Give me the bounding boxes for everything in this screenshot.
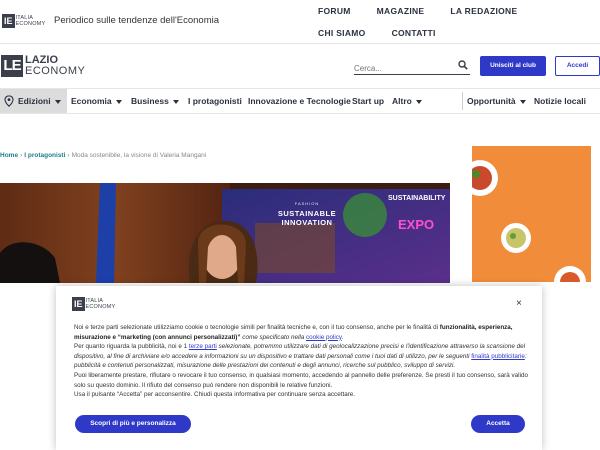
hero-banner-top: FASHION — [294, 201, 320, 206]
chevron-down-icon — [54, 99, 61, 104]
advertisement[interactable] — [472, 146, 591, 282]
nav-edizioni-label: Edizioni — [18, 96, 51, 106]
lazio-economy-logo[interactable]: LE LAZIO ECONOMY — [1, 55, 85, 77]
hero-right-text: SUSTAINABILITY — [388, 195, 446, 202]
cookie-text: Noi e terze parti selezionate utilizziam… — [74, 323, 530, 400]
advertising-purposes-link[interactable]: finalità pubblicitarie — [471, 353, 525, 360]
nav-edizioni[interactable]: Edizioni — [0, 89, 67, 113]
hero-expo-text: EXPO — [398, 217, 435, 232]
nav-altro-label: Altro — [392, 96, 412, 106]
topnav-chi-siamo[interactable]: CHI SIAMO — [318, 28, 366, 39]
nav-business[interactable]: Business — [131, 89, 179, 113]
main-nav: Edizioni Economia Business I protagonist… — [0, 88, 600, 114]
chevron-down-icon — [115, 99, 122, 104]
nav-economia-label: Economia — [71, 96, 112, 106]
article-hero-image: FASHION SUSTAINABLE INNOVATION SUSTAINAB… — [0, 183, 450, 283]
third-parties-link[interactable]: terze parti — [189, 343, 217, 350]
topnav-contatti[interactable]: CONTATTI — [392, 28, 436, 39]
nav-business-label: Business — [131, 96, 169, 106]
location-pin-icon — [4, 95, 14, 107]
cookie-text-p3: Puoi liberamente prestare, rifiutare o r… — [74, 371, 528, 389]
breadcrumb-separator: › — [20, 152, 23, 159]
nav-opportunita[interactable]: Opportunità — [467, 89, 526, 113]
hero-banner-l2: INNOVATION — [281, 218, 333, 227]
breadcrumb-current: Moda sostenibile, la visione di Valeria … — [71, 152, 207, 159]
ad-food-image — [472, 160, 586, 282]
nav-altro[interactable]: Altro — [392, 89, 422, 113]
search-box — [354, 58, 470, 75]
hero-photo — [0, 183, 450, 283]
login-button[interactable]: Accedi — [555, 56, 600, 76]
search-icon[interactable] — [458, 60, 468, 70]
tagline: Periodico sulle tendenze dell'Economia — [54, 15, 219, 26]
logo-mark: IE — [2, 14, 15, 28]
accept-button[interactable]: Accetta — [471, 415, 525, 433]
nav-innovazione[interactable]: Innovazione e Tecnologie — [248, 89, 351, 113]
cookie-policy-link[interactable]: cookie policy — [306, 334, 342, 341]
chevron-down-icon — [519, 99, 526, 104]
page: IE Italia Economy Periodico sulle tenden… — [0, 0, 600, 450]
breadcrumb-separator: › — [67, 152, 70, 159]
topnav-redazione[interactable]: LA REDAZIONE — [450, 6, 517, 17]
logo-line-2: ECONOMY — [25, 65, 86, 77]
hero-banner-l1: SUSTAINABLE — [277, 209, 337, 218]
cookie-text-p1a: Noi e terze parti selezionate utilizziam… — [74, 324, 440, 331]
logo-mark: LE — [1, 55, 23, 77]
chevron-down-icon — [172, 99, 179, 104]
learn-more-button[interactable]: Scopri di più e personalizza — [75, 415, 191, 433]
logo-mark: IE — [72, 297, 85, 311]
breadcrumb-section[interactable]: I protagonisti — [24, 152, 65, 159]
logo-line-2: Economy — [15, 21, 46, 27]
logo-line-2: Economy — [85, 304, 116, 310]
cookie-text-p1d: . — [341, 333, 344, 341]
search-input[interactable] — [354, 64, 450, 73]
top-nav: FORUM MAGAZINE LA REDAZIONE CHI SIAMO CO… — [318, 6, 568, 50]
nav-protagonisti[interactable]: I protagonisti — [188, 89, 242, 113]
topnav-forum[interactable]: FORUM — [318, 6, 351, 17]
breadcrumb: Home › I protagonisti › Moda sostenibile, la… — [0, 152, 206, 159]
cookie-text-p4: Usa il pulsante “Accetta” per acconsenti… — [74, 391, 356, 399]
close-icon[interactable]: × — [516, 298, 522, 309]
topnav-magazine[interactable]: MAGAZINE — [377, 6, 425, 17]
cookie-text-p1c: come specificato nella — [240, 333, 307, 341]
italia-economy-logo[interactable]: IE Italia Economy — [2, 14, 45, 28]
nav-notizie-locali[interactable]: Notizie locali — [534, 89, 586, 113]
cookie-consent-dialog: IE Italia Economy × Noi e terze parti se… — [56, 286, 542, 450]
nav-opportunita-label: Opportunità — [467, 96, 516, 106]
nav-divider — [462, 92, 463, 110]
breadcrumb-home[interactable]: Home — [0, 152, 18, 159]
top-bar: IE Italia Economy Periodico sulle tenden… — [0, 0, 600, 44]
italia-economy-logo: IE Italia Economy — [72, 297, 115, 311]
nav-startup[interactable]: Start up — [352, 89, 384, 113]
chevron-down-icon — [415, 99, 422, 104]
cookie-text-p2a: Per quanto riguarda la pubblicità, noi e… — [74, 343, 189, 351]
join-club-button[interactable]: Unisciti al club — [480, 56, 546, 76]
nav-economia[interactable]: Economia — [71, 89, 122, 113]
